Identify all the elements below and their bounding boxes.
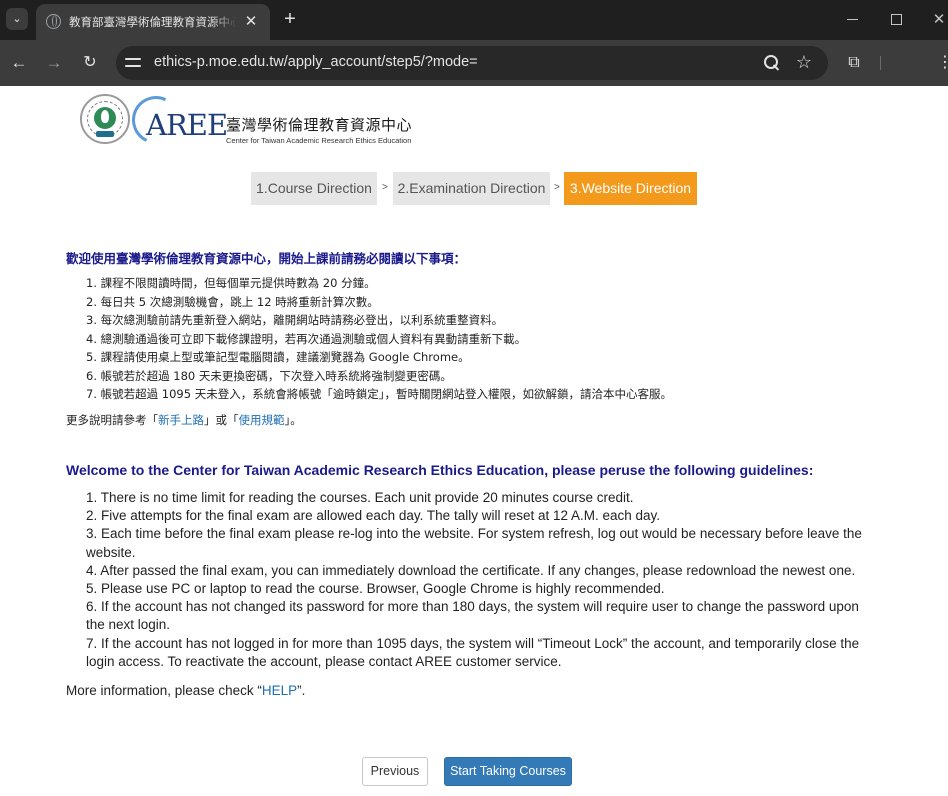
star-icon[interactable]: ☆ bbox=[794, 52, 814, 72]
reload-icon[interactable]: ↻ bbox=[79, 52, 101, 74]
beginner-guide-link[interactable]: 新手上路 bbox=[158, 413, 204, 427]
step-separator: > bbox=[382, 182, 388, 193]
seal-leaf bbox=[101, 110, 109, 123]
list-item: 4. 總測驗通過後可立即下載修課證明，若再次通過測驗或個人資料有異動請重新下載。 bbox=[86, 331, 527, 346]
list-item: 4. After passed the final exam, you can … bbox=[86, 562, 856, 578]
logo-mark: AREE bbox=[146, 108, 228, 142]
zh-more-suffix: 」。 bbox=[284, 413, 302, 427]
close-icon[interactable]: ✕ bbox=[242, 13, 260, 31]
more-vert-icon[interactable]: ⋮ bbox=[937, 53, 948, 73]
arrow-right-icon[interactable]: → bbox=[43, 52, 65, 74]
step-separator: > bbox=[554, 182, 560, 193]
list-item: 2. Five attempts for the final exam are … bbox=[86, 508, 661, 524]
toolbar-divider bbox=[880, 56, 881, 70]
list-item: 6. 帳號若於超過 180 天未更換密碼，下次登入時系統將強制變更密碼。 bbox=[86, 368, 452, 383]
minimize-icon[interactable] bbox=[843, 10, 863, 30]
list-item: 1. 課程不限閱讀時間，但每個單元提供時數為 20 分鐘。 bbox=[86, 276, 376, 290]
list-item: 5. 課程請使用桌上型或筆記型電腦閱讀，建議瀏覽器為 Google Chrome… bbox=[86, 350, 470, 364]
list-item: 3. Each time before the final exam pleas… bbox=[86, 526, 862, 560]
list-item: 7. 帳號若超過 1095 天未登入，系統會將帳號「逾時鎖定」，暫時關閉網站登入… bbox=[86, 387, 672, 401]
moe-seal-logo bbox=[80, 94, 130, 144]
browser-toolbar: ← → ↻ ethics-p.moe.edu.tw/apply_account/… bbox=[0, 40, 948, 86]
list-item: 2. 每日共 5 次總測驗機會，跳上 12 時將重新計算次數。 bbox=[86, 294, 379, 309]
list-item: 6. If the account has not changed its pa… bbox=[86, 599, 859, 633]
url-text[interactable]: ethics-p.moe.edu.tw/apply_account/step5/… bbox=[154, 54, 478, 70]
zoom-icon[interactable] bbox=[762, 53, 782, 73]
step-examination-direction: 2.Examination Direction bbox=[393, 172, 550, 205]
window-close-icon[interactable]: ✕ bbox=[929, 10, 948, 30]
zh-more-middle: 」或「 bbox=[204, 413, 239, 427]
en-more-info: More information, please check “HELP”. bbox=[66, 683, 305, 698]
site-subtitle: Center for Taiwan Academic Research Ethi… bbox=[226, 136, 412, 145]
en-guidelines-heading: Welcome to the Center for Taiwan Academi… bbox=[66, 462, 814, 478]
address-bar[interactable]: ethics-p.moe.edu.tw/apply_account/step5/… bbox=[116, 46, 828, 80]
plus-icon[interactable]: + bbox=[280, 9, 300, 29]
chevron-down-icon[interactable]: ⌄ bbox=[6, 8, 28, 30]
page-content: AREE 臺灣學術倫理教育資源中心 Center for Taiwan Acad… bbox=[0, 86, 948, 796]
site-title: 臺灣學術倫理教育資源中心 bbox=[226, 116, 413, 134]
aree-logo: AREE bbox=[125, 89, 228, 151]
start-taking-courses-button[interactable]: Start Taking Courses bbox=[444, 757, 572, 786]
list-item: 3. 每次總測驗前請先重新登入網站，離開網站時請務必登出，以利系統重整資料。 bbox=[86, 313, 504, 327]
zh-more-prefix: 更多說明請參考「 bbox=[66, 413, 158, 427]
maximize-icon[interactable] bbox=[886, 10, 906, 30]
zh-more-info: 更多說明請參考「新手上路」或「使用規範」。 bbox=[66, 412, 302, 428]
tune-icon[interactable] bbox=[124, 54, 142, 72]
zh-guidelines-heading: 歡迎使用臺灣學術倫理教育資源中心，開始上課前請務必閱讀以下事項： bbox=[66, 251, 467, 266]
previous-button[interactable]: Previous bbox=[362, 757, 428, 786]
globe-icon bbox=[46, 14, 61, 29]
zh-guidelines-list: 1. 課程不限閱讀時間，但每個單元提供時數為 20 分鐘。 2. 每日共 5 次… bbox=[86, 274, 906, 404]
usage-rules-link[interactable]: 使用規範 bbox=[239, 413, 285, 427]
en-guidelines-list: 1. There is no time limit for reading th… bbox=[86, 489, 876, 671]
browser-tab[interactable]: 教育部臺灣學術倫理教育資源中心 ✕ bbox=[36, 4, 270, 40]
tab-title: 教育部臺灣學術倫理教育資源中心 bbox=[69, 15, 237, 29]
list-item: 7. If the account has not logged in for … bbox=[86, 635, 860, 669]
list-item: 5. Please use PC or laptop to read the c… bbox=[86, 581, 665, 597]
browser-tab-bar: ⌄ 教育部臺灣學術倫理教育資源中心 ✕ + ✕ bbox=[0, 0, 948, 40]
arrow-left-icon[interactable]: ← bbox=[8, 52, 30, 74]
step-website-direction: 3.Website Direction bbox=[564, 172, 697, 205]
en-more-prefix: More information, please check “ bbox=[66, 683, 262, 698]
seal-base bbox=[96, 131, 114, 137]
step-course-direction: 1.Course Direction bbox=[251, 172, 377, 205]
en-more-suffix: ”. bbox=[297, 683, 306, 698]
list-item: 1. There is no time limit for reading th… bbox=[86, 490, 634, 505]
help-link[interactable]: HELP bbox=[262, 683, 297, 698]
puzzle-icon[interactable]: ⧉ bbox=[844, 53, 864, 73]
